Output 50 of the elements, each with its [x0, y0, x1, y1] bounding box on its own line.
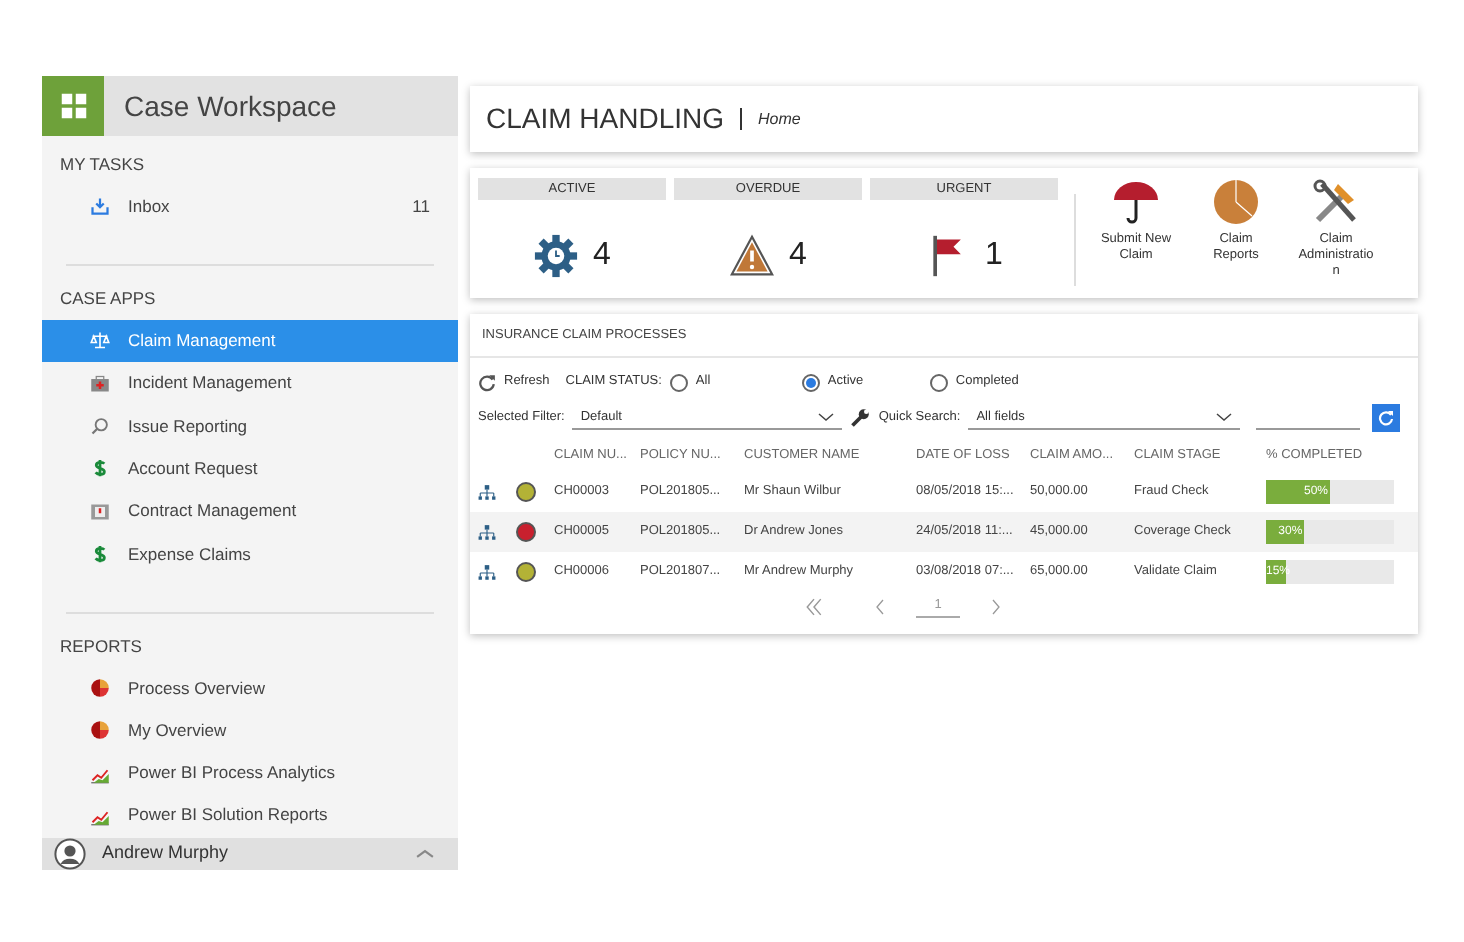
sidebar-item[interactable]: Account Request	[42, 447, 458, 490]
sidebar-item[interactable]: Inbox 11	[42, 185, 458, 229]
inbox-icon	[90, 196, 110, 217]
grid-icon	[59, 92, 87, 120]
sidebar-item[interactable]: Incident Management	[42, 362, 458, 405]
hierarchy-icon	[478, 523, 496, 541]
sidebar-item[interactable]: Power BI Solution Reports	[42, 794, 458, 838]
breadcrumb-link[interactable]: Home	[758, 107, 801, 131]
stat-count: 1	[985, 236, 1003, 276]
search-button[interactable]	[1372, 404, 1401, 432]
sidebar-item[interactable]: Issue Reporting	[42, 404, 458, 448]
hierarchy-icon	[478, 483, 496, 501]
sidebar-item[interactable]: My Overview	[42, 709, 458, 752]
sidebar-item[interactable]: Contract Management	[42, 489, 458, 533]
pie-chart-icon	[90, 677, 110, 698]
sidebar-item[interactable]: Process Overview	[42, 666, 458, 710]
section-heading: REPORTS	[58, 633, 144, 660]
separator	[740, 108, 743, 130]
gear-icon	[533, 234, 578, 278]
previous-page-icon	[872, 597, 888, 616]
wrench-icon	[850, 408, 871, 428]
section-heading: MY TASKS	[58, 152, 147, 178]
scales-icon	[90, 330, 110, 351]
umbrella-icon	[1112, 178, 1160, 226]
chevron-up-icon	[416, 847, 434, 860]
caret-icon	[1216, 412, 1233, 422]
dollar-icon	[90, 458, 110, 479]
sidebar-item[interactable]: Expense Claims	[42, 532, 458, 576]
pie-chart-icon	[1212, 178, 1260, 226]
section-heading: CASE APPS	[58, 286, 158, 313]
page-title: CLAIM HANDLING	[486, 100, 725, 138]
refresh-icon	[478, 373, 496, 391]
app-title: Case Workspace	[122, 87, 337, 126]
hierarchy-icon	[478, 563, 496, 581]
pie-chart-icon	[90, 720, 110, 741]
stat-count: 4	[593, 236, 611, 276]
stat-count: 4	[789, 236, 807, 276]
first-page-icon	[804, 597, 824, 616]
warning-icon	[729, 234, 774, 278]
tools-icon	[1312, 178, 1360, 226]
medical-kit-icon	[90, 373, 110, 394]
user-menu[interactable]: Andrew Murphy	[42, 837, 458, 870]
document-icon	[90, 501, 110, 522]
sidebar-item[interactable]: Power BI Process Analytics	[42, 751, 458, 795]
next-page-icon	[988, 597, 1004, 616]
count-label: 11	[412, 194, 430, 220]
search-icon	[90, 416, 110, 437]
dollar-icon	[90, 543, 110, 564]
caret-icon	[818, 412, 835, 422]
refresh-icon	[1378, 410, 1395, 426]
